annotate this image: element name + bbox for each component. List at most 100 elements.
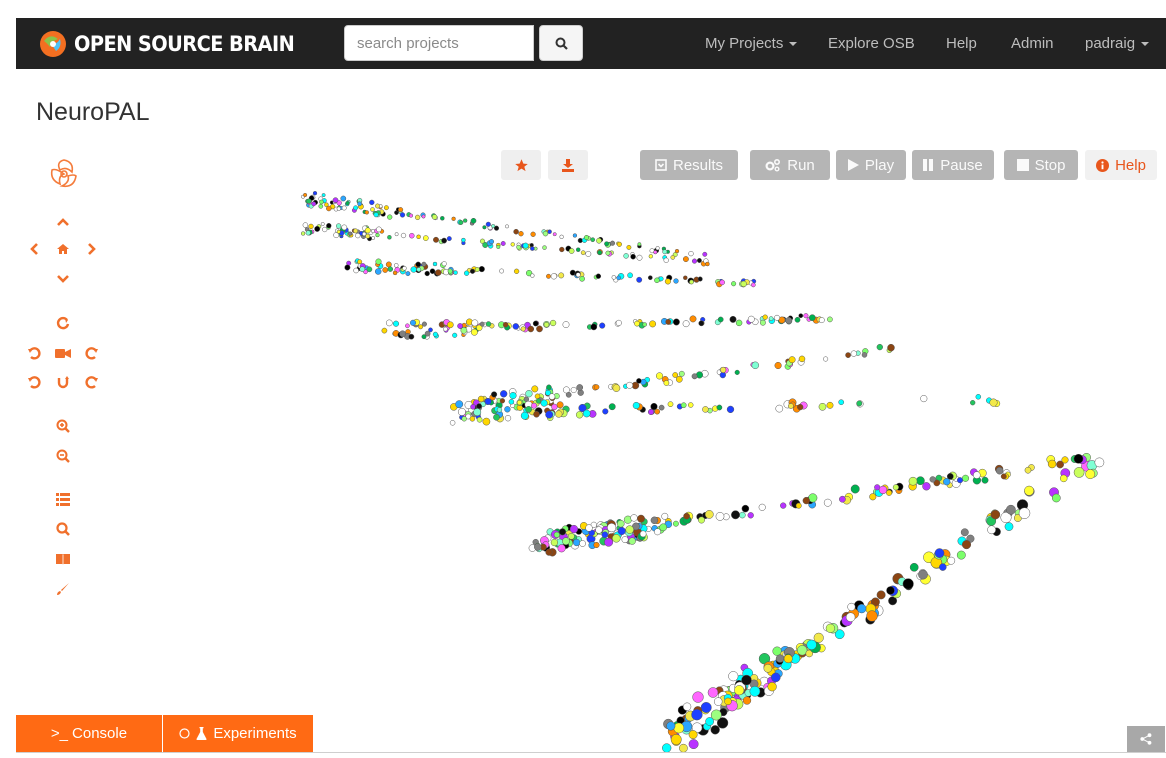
neuron-dot[interactable] bbox=[707, 687, 719, 698]
neuron-dot[interactable] bbox=[728, 671, 739, 682]
neuron-dot[interactable] bbox=[596, 237, 602, 244]
pan-up-button[interactable] bbox=[52, 211, 74, 233]
neuron-dot[interactable] bbox=[702, 406, 709, 413]
neuron-dot[interactable] bbox=[518, 231, 524, 237]
neuron-dot[interactable] bbox=[583, 234, 590, 241]
neuron-dot[interactable] bbox=[1085, 469, 1096, 480]
neuron-dot[interactable] bbox=[408, 213, 414, 218]
neuron-dot[interactable] bbox=[575, 411, 584, 419]
neuron-dot[interactable] bbox=[1073, 453, 1084, 464]
neuron-dot[interactable] bbox=[700, 702, 712, 713]
neuron-dot[interactable] bbox=[553, 531, 560, 538]
neuron-dot[interactable] bbox=[639, 530, 647, 538]
neuron-dot[interactable] bbox=[597, 250, 603, 255]
pan-left-button[interactable] bbox=[23, 238, 45, 260]
neuron-dot[interactable] bbox=[303, 192, 308, 198]
neuron-dot[interactable] bbox=[357, 259, 363, 265]
stop-button[interactable]: Stop bbox=[1004, 150, 1078, 180]
neuron-dot[interactable] bbox=[665, 318, 672, 325]
neuron-dot[interactable] bbox=[943, 478, 951, 486]
help-button[interactable]: Help bbox=[1085, 150, 1157, 180]
neuron-dot[interactable] bbox=[306, 198, 312, 204]
neuron-dot[interactable] bbox=[540, 399, 548, 407]
neuron-dot[interactable] bbox=[892, 484, 899, 491]
neuron-dot[interactable] bbox=[1006, 504, 1016, 515]
neuron-dot[interactable] bbox=[533, 411, 540, 418]
neuron-dot[interactable] bbox=[532, 320, 539, 327]
brand-logo[interactable]: OPEN SOURCE BRAIN bbox=[38, 27, 313, 61]
neuron-dot[interactable] bbox=[655, 246, 660, 251]
neuron-dot[interactable] bbox=[922, 482, 931, 491]
neuron-dot[interactable] bbox=[424, 270, 430, 277]
neuron-dot[interactable] bbox=[499, 268, 505, 274]
neuron-dot[interactable] bbox=[336, 229, 341, 234]
neuron-dot[interactable] bbox=[717, 316, 724, 323]
neuron-dot[interactable] bbox=[496, 407, 503, 413]
neuron-dot[interactable] bbox=[435, 269, 442, 276]
neuron-dot[interactable] bbox=[414, 214, 421, 221]
neuron-dot[interactable] bbox=[654, 408, 661, 415]
neuron-dot[interactable] bbox=[607, 523, 617, 533]
neuron-dot[interactable] bbox=[850, 484, 860, 494]
neuron-dot[interactable] bbox=[433, 236, 439, 243]
neuron-dot[interactable] bbox=[572, 538, 581, 547]
neuron-dot[interactable] bbox=[839, 495, 846, 503]
neuron-dot[interactable] bbox=[491, 391, 498, 398]
neuron-dot[interactable] bbox=[469, 268, 476, 274]
neuron-dot[interactable] bbox=[886, 586, 895, 595]
neuron-dot[interactable] bbox=[672, 520, 679, 527]
neuron-dot[interactable] bbox=[416, 267, 422, 272]
neuron-dot[interactable] bbox=[637, 514, 645, 523]
neuron-dot[interactable] bbox=[630, 514, 638, 522]
neuron-dot[interactable] bbox=[353, 205, 359, 211]
neuron-dot[interactable] bbox=[934, 548, 945, 558]
neuron-dot[interactable] bbox=[802, 496, 810, 505]
neuron-dot[interactable] bbox=[705, 261, 710, 267]
neuron-dot[interactable] bbox=[990, 509, 1001, 520]
neuron-dot[interactable] bbox=[663, 380, 670, 386]
neuron-dot[interactable] bbox=[747, 512, 754, 519]
neuron-dot[interactable] bbox=[375, 258, 382, 265]
spotlight-button[interactable] bbox=[52, 518, 74, 540]
neuron-dot[interactable] bbox=[675, 375, 683, 383]
neuron-dot[interactable] bbox=[385, 319, 393, 327]
neuron-dot[interactable] bbox=[682, 320, 690, 328]
neuron-dot[interactable] bbox=[726, 405, 735, 414]
rotate-left-button[interactable] bbox=[23, 342, 45, 364]
neuron-dot[interactable] bbox=[750, 282, 756, 288]
neuron-dot[interactable] bbox=[649, 320, 657, 328]
neuron-dot[interactable] bbox=[691, 258, 698, 264]
neuron-dot[interactable] bbox=[654, 528, 661, 536]
neuron-dot[interactable] bbox=[369, 199, 375, 206]
neuron-dot[interactable] bbox=[508, 399, 515, 405]
neuron-dot[interactable] bbox=[476, 416, 483, 423]
neuron-dot[interactable] bbox=[522, 242, 529, 249]
neuron-dot[interactable] bbox=[995, 466, 1004, 475]
neuron-dot[interactable] bbox=[838, 399, 845, 406]
neuron-dot[interactable] bbox=[691, 709, 703, 721]
neuron-dot[interactable] bbox=[546, 273, 551, 279]
neuron-dot[interactable] bbox=[551, 403, 558, 411]
neuron-dot[interactable] bbox=[545, 548, 553, 556]
neuron-dot[interactable] bbox=[939, 563, 947, 571]
neuron-dot[interactable] bbox=[625, 525, 634, 534]
neuron-dot[interactable] bbox=[678, 370, 685, 377]
neuron-dot[interactable] bbox=[576, 384, 584, 391]
zoom-in-button[interactable] bbox=[52, 415, 74, 437]
neuron-dot[interactable] bbox=[698, 516, 705, 524]
neuron-dot[interactable] bbox=[762, 314, 768, 320]
neuron-dot[interactable] bbox=[371, 236, 376, 240]
neuron-dot[interactable] bbox=[659, 523, 668, 532]
neuron-dot[interactable] bbox=[536, 325, 543, 333]
neuron-dot[interactable] bbox=[647, 275, 653, 281]
neuron-dot[interactable] bbox=[615, 319, 622, 326]
neuron-dot[interactable] bbox=[818, 317, 825, 324]
neuron-dot[interactable] bbox=[308, 223, 314, 230]
neuron-dot[interactable] bbox=[415, 261, 421, 268]
neuron-dot[interactable] bbox=[1094, 457, 1105, 468]
neuron-dot[interactable] bbox=[621, 536, 629, 544]
neuron-dot[interactable] bbox=[679, 743, 688, 752]
neuron-dot[interactable] bbox=[861, 352, 868, 358]
neuron-dot[interactable] bbox=[585, 250, 592, 257]
neuron-dot[interactable] bbox=[416, 234, 421, 240]
